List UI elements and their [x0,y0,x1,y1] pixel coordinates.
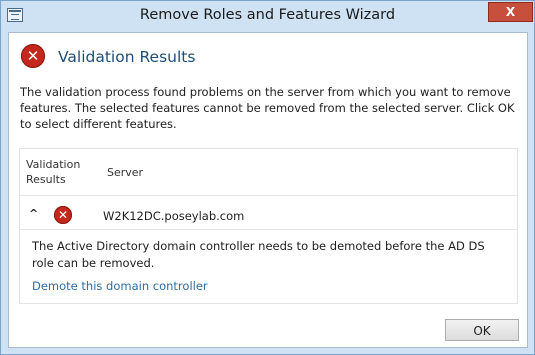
column-header-line: Validation [26,158,81,171]
column-header-server[interactable]: Server [107,165,143,180]
wizard-window: Remove Roles and Features Wizard X ✕ Val… [0,0,535,355]
ok-button[interactable]: OK [445,319,519,341]
server-name: W2K12DC.poseylab.com [103,209,245,223]
title-bar[interactable]: Remove Roles and Features Wizard X [1,1,534,31]
error-icon: ✕ [21,44,45,68]
page-title: Validation Results [58,48,196,66]
validation-detail-message: The Active Directory domain controller n… [32,239,485,270]
close-icon: X [505,5,516,19]
dialog-content: ✕ Validation Results The validation proc… [8,32,528,348]
collapse-chevron-icon[interactable]: ^ [29,207,38,220]
demote-dc-link[interactable]: Demote this domain controller [32,279,208,293]
close-button[interactable]: X [488,2,533,22]
column-header-line: Results [26,173,66,186]
row-divider [20,229,517,230]
column-header-validation-results[interactable]: Validation Results [26,157,80,187]
validation-description: The validation process found problems on… [20,85,515,131]
window-title: Remove Roles and Features Wizard [139,7,396,23]
row-error-icon: ✕ [54,206,72,224]
results-panel: Validation Results Server ^ ✕ W2K12DC.po… [19,148,518,304]
header-divider [20,195,517,196]
